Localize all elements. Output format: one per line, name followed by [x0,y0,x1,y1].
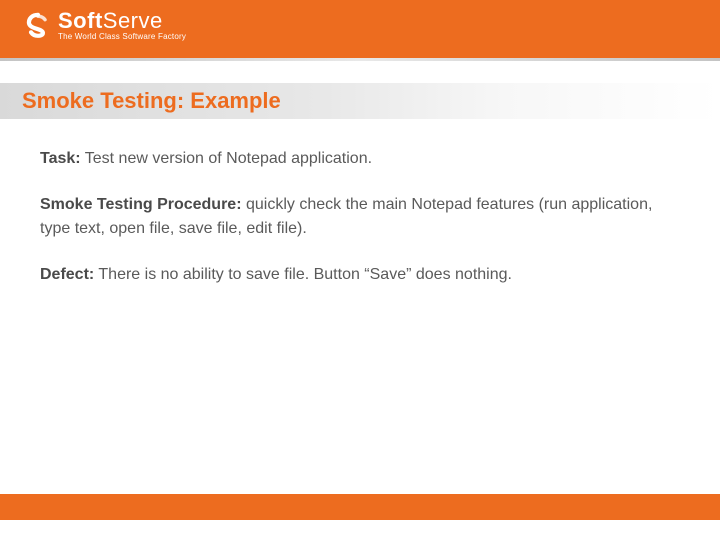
softserve-logo-icon [24,12,52,40]
procedure-label: Smoke Testing Procedure: [40,196,242,213]
logo-title-bold: Soft [58,8,103,33]
slide-title: Smoke Testing: Example [22,88,281,114]
logo-title: SoftServe [58,10,186,32]
task-text: Test new version of Notepad application. [81,150,372,167]
task-label: Task: [40,150,81,167]
procedure-paragraph: Smoke Testing Procedure: quickly check t… [40,193,680,241]
task-paragraph: Task: Test new version of Notepad applic… [40,147,680,171]
logo-tagline: The World Class Software Factory [58,33,186,41]
logo-text: SoftServe The World Class Software Facto… [58,10,186,41]
header-band: SoftServe The World Class Software Facto… [0,0,720,58]
defect-label: Defect: [40,266,94,283]
footer-band [0,494,720,520]
defect-paragraph: Defect: There is no ability to save file… [40,263,680,287]
logo: SoftServe The World Class Software Facto… [24,10,186,41]
logo-title-light: Serve [103,8,163,33]
slide-content: Task: Test new version of Notepad applic… [0,119,720,287]
header-underline [0,58,720,61]
defect-text: There is no ability to save file. Button… [94,266,512,283]
slide-title-bar: Smoke Testing: Example [0,83,720,119]
